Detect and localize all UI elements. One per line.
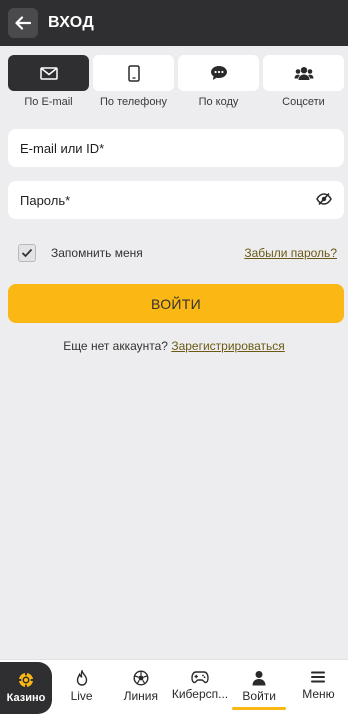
header: ВХОД <box>0 0 348 46</box>
bottom-nav: Казино Live Линия Киберсп... Войти Меню <box>0 659 348 716</box>
arrow-left-icon <box>15 16 31 30</box>
remember-label: Запомнить меня <box>51 246 143 260</box>
tab-phone-box[interactable] <box>93 55 174 91</box>
page-title: ВХОД <box>48 14 95 31</box>
nav-login-label: Войти <box>242 689 276 703</box>
tab-phone-label: По телефону <box>99 96 168 108</box>
envelope-icon <box>39 66 58 80</box>
eye-off-icon[interactable] <box>316 192 332 206</box>
login-button[interactable]: ВОЙТИ <box>8 284 344 323</box>
nav-menu-label: Меню <box>302 687 335 701</box>
nav-login[interactable]: Войти <box>230 660 289 716</box>
flame-icon <box>76 670 87 686</box>
nav-line[interactable]: Линия <box>111 660 170 716</box>
nav-line-label: Линия <box>123 689 158 703</box>
password-field[interactable] <box>8 181 344 219</box>
tab-code[interactable]: По коду <box>178 55 259 108</box>
password-input[interactable] <box>20 192 300 208</box>
nav-menu[interactable]: Меню <box>289 660 348 716</box>
active-indicator <box>232 707 287 710</box>
email-input[interactable] <box>20 140 300 156</box>
email-field[interactable] <box>8 129 344 167</box>
register-prompt: Еще нет аккаунта? Зарегистрироваться <box>0 339 348 353</box>
nav-casino-label: Казино <box>6 692 46 704</box>
tab-phone[interactable]: По телефону <box>93 55 174 108</box>
users-icon <box>294 66 313 80</box>
no-account-text: Еще нет аккаунта? <box>63 339 168 353</box>
tab-code-box[interactable] <box>178 55 259 91</box>
hamburger-icon <box>311 671 326 683</box>
tab-email-box[interactable] <box>8 55 89 91</box>
casino-chip-icon <box>18 672 34 688</box>
tab-code-label: По коду <box>198 96 239 108</box>
tab-social-label: Соцсети <box>282 96 325 108</box>
checkmark-icon <box>21 248 33 258</box>
nav-live[interactable]: Live <box>52 660 111 716</box>
login-method-tabs: По E-mail По телефону По коду Соцсети <box>8 55 344 108</box>
register-link[interactable]: Зарегистрироваться <box>171 339 284 353</box>
soccer-ball-icon <box>133 670 149 686</box>
nav-live-label: Live <box>70 689 93 703</box>
tab-social[interactable]: Соцсети <box>263 55 344 108</box>
back-button[interactable] <box>8 8 38 38</box>
gamepad-icon <box>191 671 209 684</box>
remember-checkbox[interactable] <box>18 244 36 262</box>
nav-casino[interactable]: Казино <box>0 662 52 714</box>
nav-esports-label: Киберсп... <box>171 687 229 701</box>
chat-icon <box>210 66 227 80</box>
forgot-password-link[interactable]: Забыли пароль? <box>244 246 337 260</box>
tab-email[interactable]: По E-mail <box>8 55 89 108</box>
user-icon <box>252 671 266 686</box>
nav-esports[interactable]: Киберсп... <box>170 660 229 716</box>
phone-icon <box>127 64 140 82</box>
remember-me[interactable]: Запомнить меня <box>18 244 143 262</box>
tab-social-box[interactable] <box>263 55 344 91</box>
tab-email-label: По E-mail <box>24 96 73 108</box>
